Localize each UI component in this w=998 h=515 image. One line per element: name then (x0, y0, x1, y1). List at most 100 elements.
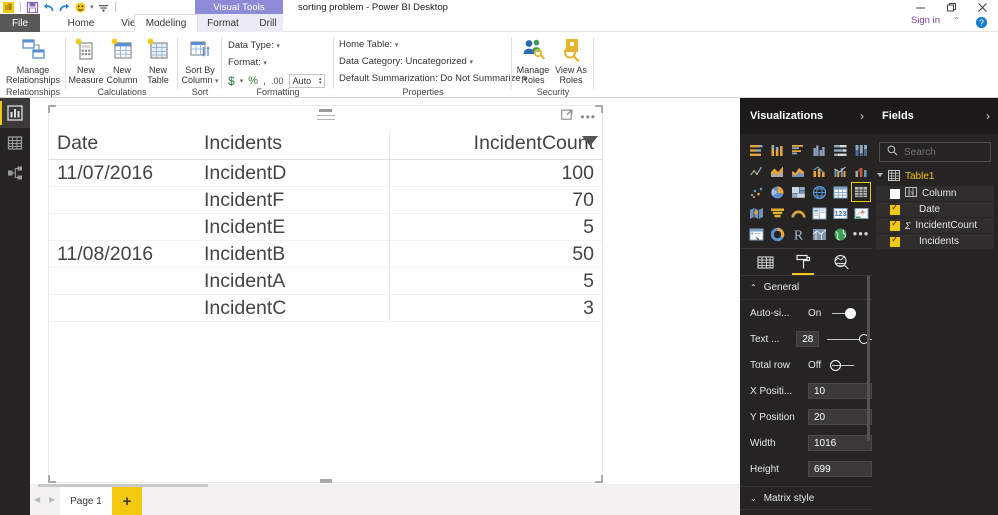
ribbon-tab-format[interactable]: Format (198, 14, 248, 32)
sidebar-item-data-view[interactable] (0, 128, 30, 158)
auto-size-toggle[interactable] (830, 307, 856, 319)
powerbi-logo-icon[interactable] (2, 1, 15, 14)
data-category-dropdown[interactable]: Data Category: Uncategorized ▾ (339, 56, 473, 67)
smiley-icon[interactable] (74, 1, 87, 14)
text-size-slider[interactable] (827, 333, 872, 345)
viz-shape-map[interactable] (809, 224, 829, 244)
viz-clustered-column-chart[interactable] (809, 140, 829, 160)
expand-collapse-icon[interactable] (877, 173, 883, 180)
ribbon-tab-drill[interactable]: Drill (248, 14, 288, 32)
table-row[interactable]: IncidentC 3 (49, 294, 602, 322)
viz-gauge-chart[interactable] (788, 203, 808, 223)
sign-in-link[interactable]: Sign in (911, 15, 940, 26)
viz-map[interactable] (809, 182, 829, 202)
viz-line-and-stacked-column-chart[interactable] (809, 161, 829, 181)
home-table-caret-icon[interactable]: ▾ (395, 42, 399, 49)
viz-kpi[interactable] (851, 203, 871, 223)
data-type-dropdown[interactable]: Data Type: ▾ (228, 40, 280, 51)
visual-drag-handle-icon[interactable] (316, 109, 335, 123)
decimal-places-icon[interactable]: .00 (271, 76, 284, 86)
resize-handle-bottom-middle[interactable] (319, 479, 332, 483)
field-item-date[interactable]: Date (876, 202, 994, 217)
tab-format[interactable] (792, 249, 814, 275)
contextual-tab-visual-tools[interactable]: Visual Tools (195, 0, 283, 14)
thousands-separator-icon[interactable]: , (263, 75, 266, 87)
field-item-incidentcount[interactable]: Σ IncidentCount (876, 218, 994, 233)
viz-stacked-column-chart[interactable] (767, 140, 787, 160)
next-page-icon[interactable]: ▶ (49, 495, 55, 504)
more-options-icon[interactable]: ••• (580, 111, 596, 123)
viz-treemap[interactable] (788, 182, 808, 202)
viz-pie-chart[interactable] (767, 182, 787, 202)
table-row[interactable]: IncidentF 70 (49, 186, 602, 214)
manage-relationships-button[interactable]: Manage Relationships (5, 35, 61, 85)
ribbon-collapse-chevron-icon[interactable]: ⌃ (953, 16, 960, 25)
field-item-column[interactable]: fx Column (876, 186, 994, 201)
data-category-caret-icon[interactable]: ▾ (469, 59, 473, 66)
currency-icon[interactable]: $ (228, 74, 235, 88)
new-measure-button[interactable]: New Measure (66, 35, 106, 85)
viz-funnel-chart[interactable] (767, 203, 787, 223)
home-table-dropdown[interactable]: Home Table: ▾ (339, 39, 398, 50)
focus-mode-icon[interactable] (561, 108, 573, 126)
viz-multi-row-card[interactable] (809, 203, 829, 223)
data-type-caret-icon[interactable]: ▾ (276, 43, 280, 50)
viz-slicer[interactable] (746, 224, 766, 244)
viz-100-stacked-bar-chart[interactable] (830, 140, 850, 160)
field-checkbox-checked[interactable] (890, 218, 900, 231)
x-position-input[interactable]: 10 (808, 383, 872, 399)
viz-card[interactable]: 123 (830, 203, 850, 223)
new-table-button[interactable]: New Table (138, 35, 178, 85)
resize-handle-bottom-left[interactable] (48, 475, 56, 483)
table-row[interactable]: 11/07/2016 IncidentD 100 (49, 159, 602, 187)
tab-analytics[interactable] (830, 249, 852, 275)
tab-fields[interactable] (754, 249, 776, 275)
fields-table-node[interactable]: Table1 (872, 168, 998, 185)
field-checkbox-checked[interactable] (890, 202, 900, 215)
minimize-button[interactable] (905, 0, 936, 14)
height-input[interactable]: 699 (808, 461, 872, 477)
decimal-places-selector[interactable]: Auto ▴ ▾ (288, 74, 325, 88)
customize-qat-icon[interactable] (97, 1, 110, 14)
viz-clustered-bar-chart[interactable] (788, 140, 808, 160)
resize-handle-top-right[interactable] (595, 105, 603, 113)
format-dropdown[interactable]: Format: ▾ (228, 57, 267, 68)
matrix-visual[interactable]: ••• Date Incidents IncidentCount 11/07/2… (48, 105, 603, 483)
format-section-grid[interactable]: ⌄ Grid (740, 510, 872, 515)
width-input[interactable]: 1016 (808, 435, 872, 451)
smiley-dropdown-icon[interactable]: ▾ (90, 3, 94, 11)
report-canvas[interactable]: ••• Date Incidents IncidentCount 11/07/2… (30, 98, 740, 487)
table-row[interactable]: 11/08/2016 IncidentB 50 (49, 240, 602, 268)
field-checkbox-unchecked[interactable] (890, 188, 900, 199)
sort-descending-icon[interactable] (582, 136, 598, 146)
restore-button[interactable] (936, 0, 967, 14)
currency-caret-icon[interactable]: ▾ (240, 77, 244, 85)
table-row[interactable]: IncidentA 5 (49, 267, 602, 295)
table-row[interactable]: IncidentE 5 (49, 213, 602, 241)
viz-scatter-chart[interactable] (746, 182, 766, 202)
manage-roles-button[interactable]: Manage Roles (512, 35, 554, 85)
redo-icon[interactable] (58, 1, 71, 14)
sort-by-column-button[interactable]: Sort By Column ▾ (175, 35, 225, 87)
save-icon[interactable] (26, 1, 39, 14)
format-caret-icon[interactable]: ▾ (263, 60, 267, 67)
viz-area-chart[interactable] (767, 161, 787, 181)
text-size-value[interactable]: 28 (796, 331, 820, 347)
search-input[interactable] (904, 146, 976, 158)
format-section-matrix-style[interactable]: ⌄ Matrix style (740, 486, 872, 510)
ribbon-tab-modeling[interactable]: Modeling (134, 14, 198, 32)
viz-table[interactable] (830, 182, 850, 202)
total-row-toggle[interactable] (830, 359, 856, 371)
format-section-general[interactable]: ⌃ General (740, 276, 872, 300)
column-header-incidents[interactable]: Incidents (204, 130, 389, 160)
decimal-spinner-icon[interactable]: ▴ ▾ (319, 77, 322, 86)
close-button[interactable] (967, 0, 998, 14)
new-column-button[interactable]: New Column (102, 35, 142, 85)
matrix-table[interactable]: Date Incidents IncidentCount 11/07/2016 … (49, 130, 602, 322)
sidebar-item-report-view[interactable] (0, 98, 30, 128)
y-position-input[interactable]: 20 (808, 409, 872, 425)
default-summarization-dropdown[interactable]: Default Summarization: Do Not Summarize … (339, 73, 527, 84)
view-as-roles-button[interactable]: View As Roles (550, 35, 592, 85)
undo-icon[interactable] (42, 1, 55, 14)
resize-handle-top-left[interactable] (48, 105, 56, 113)
